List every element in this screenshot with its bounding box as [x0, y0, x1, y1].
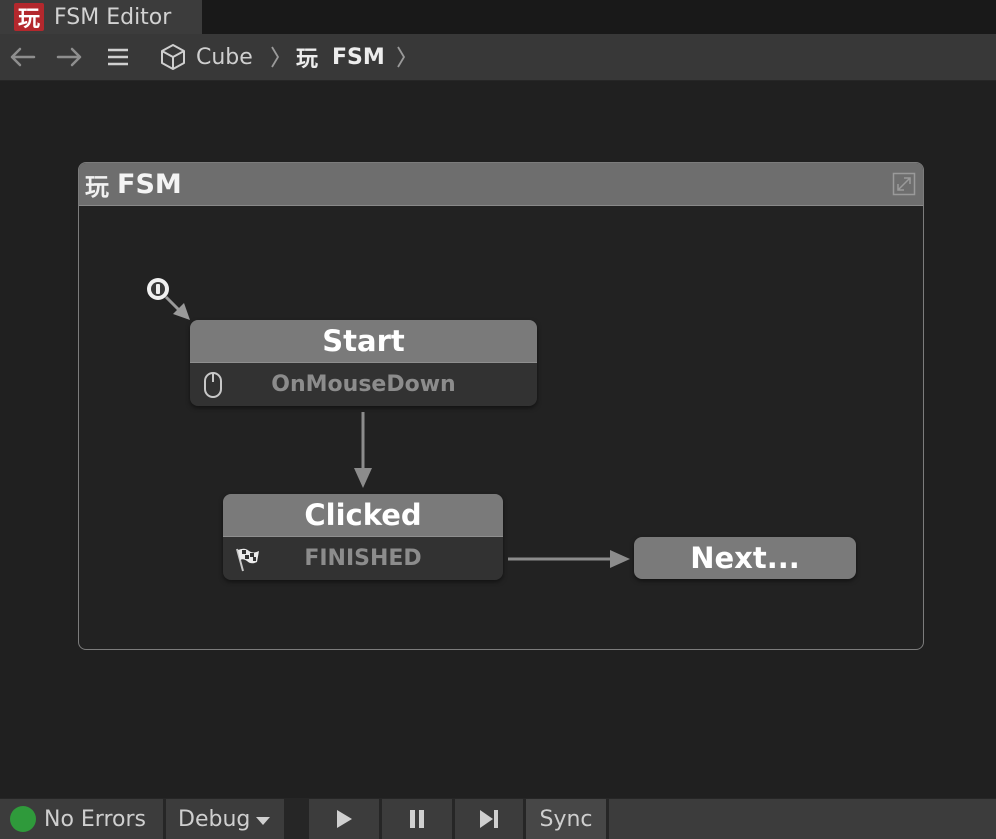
status-bar: No Errors Debug Sync	[0, 798, 996, 839]
maximize-icon[interactable]	[892, 172, 916, 196]
state-next[interactable]: Next...	[634, 537, 856, 579]
breadcrumb-fsm[interactable]: FSM	[332, 42, 385, 72]
menu-icon[interactable]	[104, 42, 132, 72]
toolbar: Cube 玩 FSM	[0, 34, 996, 81]
breadcrumb-separator-icon	[270, 42, 280, 72]
state-clicked-title: Clicked	[223, 494, 503, 537]
state-start[interactable]: Start OnMouseDown	[190, 320, 537, 406]
play-button[interactable]	[309, 799, 379, 839]
state-start-event: OnMouseDown	[271, 372, 456, 397]
state-start-event-row[interactable]: OnMouseDown	[190, 363, 537, 406]
status-ok-icon	[10, 806, 36, 832]
pause-button[interactable]	[382, 799, 452, 839]
tab-title: FSM Editor	[54, 4, 172, 30]
step-icon	[480, 810, 498, 828]
playmaker-logo-icon: 玩	[14, 3, 44, 32]
error-status[interactable]: No Errors	[10, 799, 146, 839]
playmaker-logo-icon: 玩	[296, 47, 319, 72]
fsm-group-header[interactable]: 玩 FSM	[79, 163, 923, 206]
step-button[interactable]	[455, 799, 523, 839]
fsm-group-title: FSM	[117, 168, 182, 200]
state-clicked[interactable]: Clicked FINISHED	[223, 494, 503, 580]
state-clicked-event-row[interactable]: FINISHED	[223, 537, 503, 580]
state-start-title: Start	[190, 320, 537, 363]
back-arrow-icon[interactable]	[6, 42, 38, 72]
divider	[284, 799, 309, 839]
breadcrumb-cube[interactable]: Cube	[196, 42, 253, 72]
playmaker-logo-icon: 玩	[85, 172, 109, 201]
divider	[163, 799, 166, 839]
state-clicked-event: FINISHED	[304, 546, 422, 571]
sync-label: Sync	[539, 806, 593, 832]
sync-button[interactable]: Sync	[526, 799, 606, 839]
cube-icon	[158, 42, 188, 72]
finish-flag-icon	[233, 545, 259, 573]
breadcrumb-separator-icon	[396, 42, 406, 72]
mouse-icon	[200, 371, 226, 399]
divider	[606, 799, 609, 839]
play-icon	[337, 810, 352, 828]
caret-down-icon	[256, 807, 271, 832]
tab-fsm-editor[interactable]: 玩 FSM Editor	[0, 0, 202, 34]
error-status-label: No Errors	[44, 806, 146, 832]
forward-arrow-icon[interactable]	[54, 42, 86, 72]
debug-label: Debug	[178, 806, 251, 832]
tab-bar: 玩 FSM Editor	[0, 0, 996, 34]
pause-icon	[410, 810, 424, 828]
debug-dropdown[interactable]: Debug	[178, 799, 271, 839]
